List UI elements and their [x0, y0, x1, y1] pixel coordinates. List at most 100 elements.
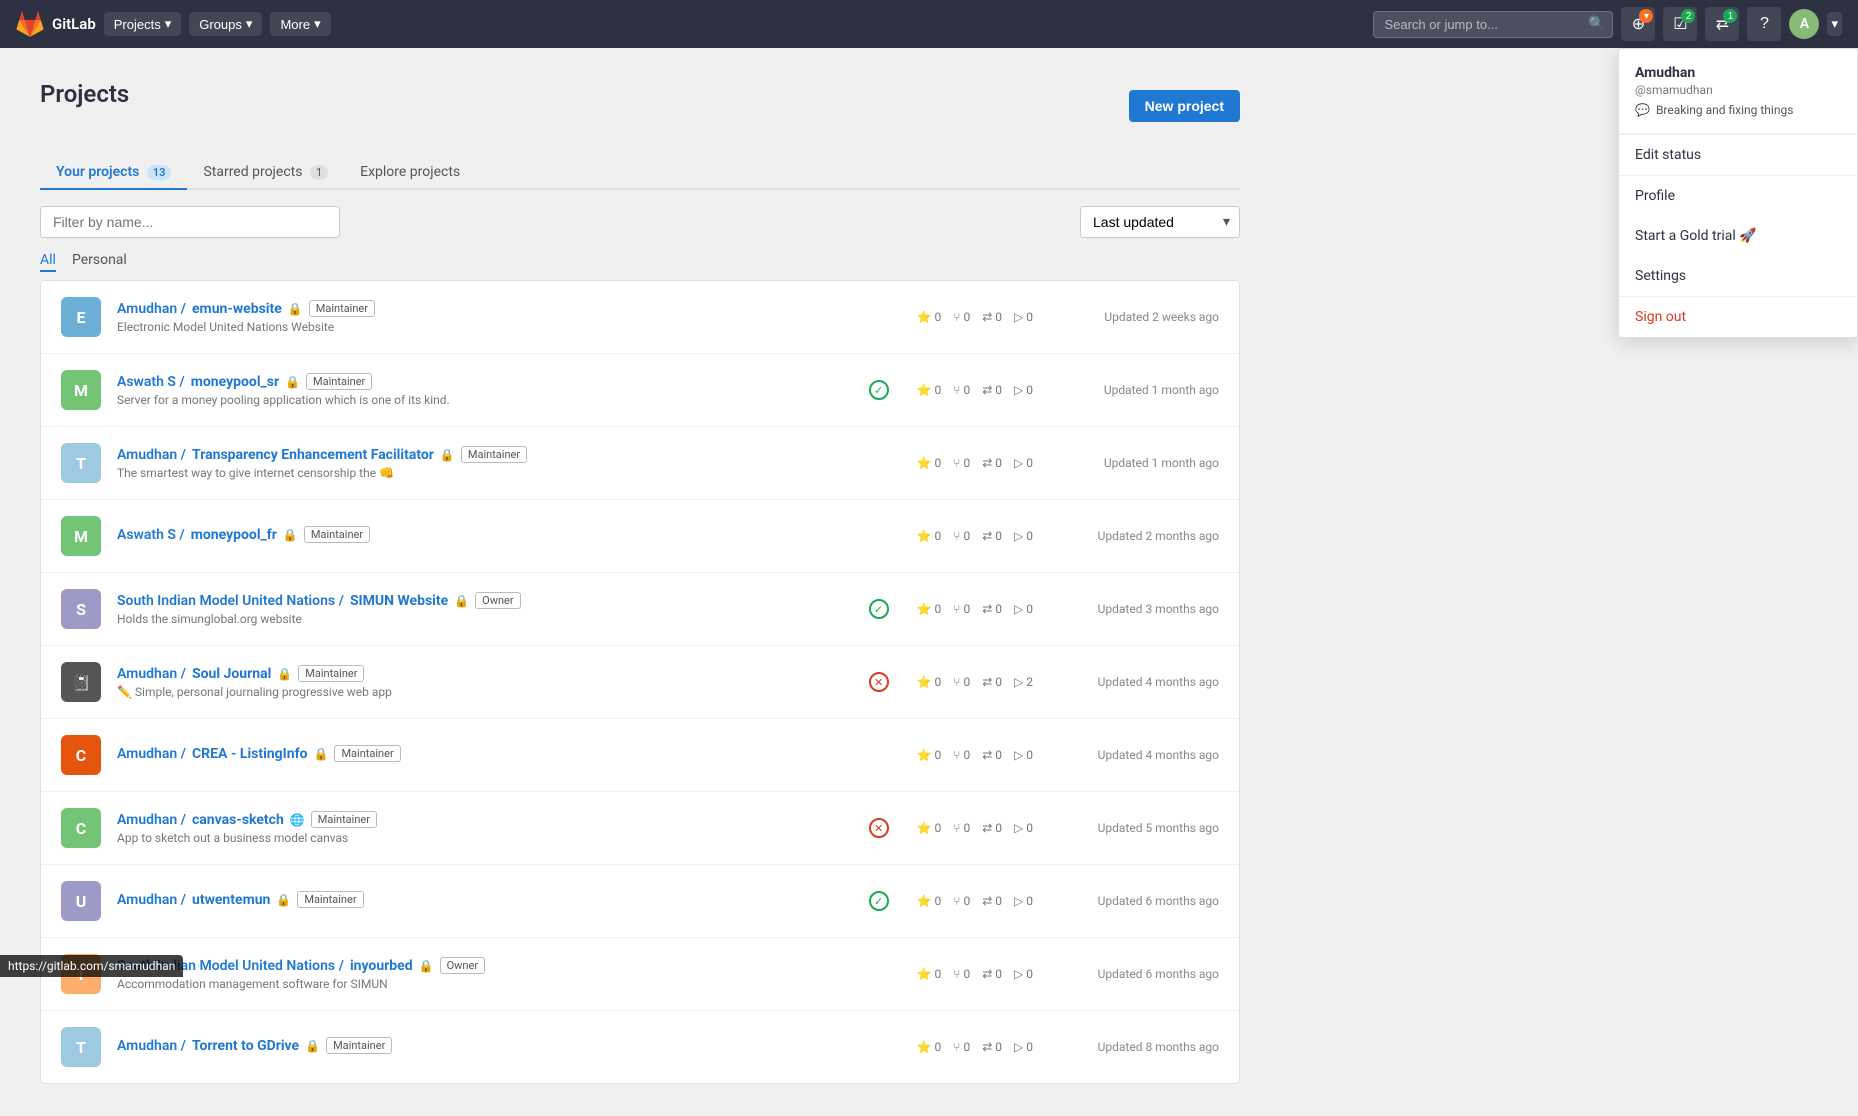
tab-explore-projects[interactable]: Explore projects [344, 156, 476, 190]
project-desc-canvas-sketch: App to sketch out a business model canva… [117, 831, 617, 845]
mrs-icon: ⇄ [982, 456, 992, 470]
project-name-link-soul-journal[interactable]: Soul Journal [192, 666, 271, 682]
filter-input[interactable] [40, 206, 340, 238]
project-lock-icon-utwentemun: 🔒 [276, 893, 291, 907]
mrs-icon: ⇄ [982, 675, 992, 689]
search-container: 🔍 [1373, 11, 1613, 38]
project-namespace-emun-website[interactable]: Amudhan / [117, 301, 186, 317]
project-name-link-utwentemun[interactable]: utwentemun [192, 892, 270, 908]
snippets-value: 0 [1026, 310, 1033, 324]
profile-item[interactable]: Profile [1619, 176, 1857, 216]
user-avatar[interactable]: A [1789, 9, 1819, 39]
project-name-link-moneypool_sr[interactable]: moneypool_sr [191, 374, 279, 390]
project-namespace-soul-journal[interactable]: Amudhan / [117, 666, 186, 682]
help-btn[interactable]: ? [1747, 7, 1781, 41]
brand-logo[interactable]: GitLab [16, 10, 96, 38]
stars-icon: ⭐ [917, 967, 932, 981]
project-name-link-canvas-sketch[interactable]: canvas-sketch [192, 812, 284, 828]
groups-nav-btn[interactable]: Groups ▾ [189, 12, 262, 36]
project-tabs: Your projects 13 Starred projects 1 Expl… [40, 156, 1240, 190]
project-namespace-simun-website[interactable]: South Indian Model United Nations / [117, 593, 344, 609]
forks-value: 0 [963, 675, 970, 689]
project-name-row-moneypool_fr: Aswath S / moneypool_fr🔒Maintainer [117, 526, 873, 543]
project-info-moneypool_sr: Aswath S / moneypool_sr🔒MaintainerServer… [117, 373, 853, 407]
project-namespace-transparency-enhancement[interactable]: Amudhan / [117, 447, 186, 463]
dropdown-handle: @smamudhan [1635, 83, 1841, 97]
project-role-badge-simun-website: Owner [475, 592, 520, 609]
sign-out-item[interactable]: Sign out [1619, 297, 1857, 337]
sort-select[interactable]: Last updated [1080, 206, 1240, 238]
project-stats-crea-listinginfo: ⭐0⑂0⇄0▷0 [917, 748, 1033, 762]
project-stat-snippets-canvas-sketch: ▷0 [1014, 821, 1033, 835]
project-namespace-moneypool_fr[interactable]: Aswath S / [117, 527, 185, 543]
snippets-value: 0 [1026, 602, 1033, 616]
more-nav-btn[interactable]: More ▾ [270, 12, 330, 36]
stars-icon: ⭐ [917, 748, 932, 762]
project-lock-icon-moneypool_fr: 🔒 [283, 528, 298, 542]
subtab-all[interactable]: All [40, 250, 56, 272]
project-role-badge-moneypool_sr: Maintainer [306, 373, 372, 390]
project-updated-inyourbed: Updated 6 months ago [1049, 967, 1219, 981]
project-name-link-simun-website[interactable]: SIMUN Website [350, 593, 448, 609]
project-stat-mrs-simun-website: ⇄0 [982, 602, 1002, 616]
mrs-icon: ⇄ [982, 310, 992, 324]
subtab-personal[interactable]: Personal [72, 250, 127, 272]
project-stats-utwentemun: ⭐0⑂0⇄0▷0 [917, 894, 1033, 908]
project-stat-stars-soul-journal: ⭐0 [917, 675, 942, 689]
project-namespace-crea-listinginfo[interactable]: Amudhan / [117, 746, 186, 762]
project-updated-crea-listinginfo: Updated 4 months ago [1049, 748, 1219, 762]
ci-status-icon-soul-journal: ✕ [869, 672, 889, 692]
project-namespace-moneypool_sr[interactable]: Aswath S / [117, 374, 185, 390]
project-row-moneypool_fr: MAswath S / moneypool_fr🔒Maintainer⭐0⑂0⇄… [41, 500, 1239, 573]
your-projects-count: 13 [147, 165, 172, 180]
project-name-link-moneypool_fr[interactable]: moneypool_fr [191, 527, 277, 543]
statusbar: https://gitlab.com/smamudhan [0, 955, 183, 977]
dropdown-status: 💬 Breaking and fixing things [1635, 103, 1841, 117]
project-name-link-emun-website[interactable]: emun-website [192, 301, 282, 317]
snippets-icon: ▷ [1014, 602, 1023, 616]
settings-item[interactable]: Settings [1619, 256, 1857, 296]
tab-your-projects[interactable]: Your projects 13 [40, 156, 187, 190]
project-stats-moneypool_fr: ⭐0⑂0⇄0▷0 [917, 529, 1033, 543]
content-area: Projects New project Your projects 13 St… [0, 48, 1858, 1116]
project-updated-utwentemun: Updated 6 months ago [1049, 894, 1219, 908]
forks-icon: ⑂ [953, 967, 960, 981]
project-name-row-emun-website: Amudhan / emun-website🔒Maintainer [117, 300, 873, 317]
snippets-icon: ▷ [1014, 821, 1023, 835]
project-stat-snippets-simun-website: ▷0 [1014, 602, 1033, 616]
search-input[interactable] [1373, 11, 1613, 38]
project-name-link-transparency-enhancement[interactable]: Transparency Enhancement Facilitator [192, 447, 434, 463]
edit-status-item[interactable]: Edit status [1619, 135, 1857, 175]
tab-starred-projects[interactable]: Starred projects 1 [187, 156, 344, 190]
project-namespace-utwentemun[interactable]: Amudhan / [117, 892, 186, 908]
project-stat-forks-inyourbed: ⑂0 [953, 967, 970, 981]
project-role-badge-torrent-gdrive: Maintainer [326, 1037, 392, 1054]
project-updated-emun-website: Updated 2 weeks ago [1049, 310, 1219, 324]
forks-value: 0 [963, 894, 970, 908]
stars-value: 0 [935, 529, 942, 543]
forks-value: 0 [963, 602, 970, 616]
project-stat-snippets-transparency-enhancement: ▷0 [1014, 456, 1033, 470]
project-stat-stars-transparency-enhancement: ⭐0 [917, 456, 942, 470]
todos-btn[interactable]: ☑ 2 [1663, 7, 1697, 41]
project-namespace-torrent-gdrive[interactable]: Amudhan / [117, 1038, 186, 1054]
stars-value: 0 [935, 1040, 942, 1054]
new-item-btn[interactable]: ⊕ ▾ [1621, 7, 1655, 41]
new-project-button[interactable]: New project [1129, 90, 1240, 122]
merge-requests-btn[interactable]: ⇄ 1 [1705, 7, 1739, 41]
project-stat-stars-moneypool_fr: ⭐0 [917, 529, 942, 543]
project-lock-icon-transparency-enhancement: 🔒 [440, 448, 455, 462]
project-info-transparency-enhancement: Amudhan / Transparency Enhancement Facil… [117, 446, 873, 480]
stars-value: 0 [935, 967, 942, 981]
project-name-row-soul-journal: Amudhan / Soul Journal🔒Maintainer [117, 665, 853, 682]
project-name-link-torrent-gdrive[interactable]: Torrent to GDrive [192, 1038, 299, 1054]
mrs-value: 0 [995, 821, 1002, 835]
user-menu-toggle[interactable]: ▾ [1827, 12, 1842, 36]
stars-value: 0 [935, 748, 942, 762]
projects-nav-btn[interactable]: Projects ▾ [104, 12, 182, 36]
project-name-link-crea-listinginfo[interactable]: CREA - ListingInfo [192, 746, 308, 762]
project-name-link-inyourbed[interactable]: inyourbed [350, 958, 413, 974]
gold-trial-item[interactable]: Start a Gold trial 🚀 [1619, 216, 1857, 256]
project-namespace-canvas-sketch[interactable]: Amudhan / [117, 812, 186, 828]
project-stat-snippets-utwentemun: ▷0 [1014, 894, 1033, 908]
